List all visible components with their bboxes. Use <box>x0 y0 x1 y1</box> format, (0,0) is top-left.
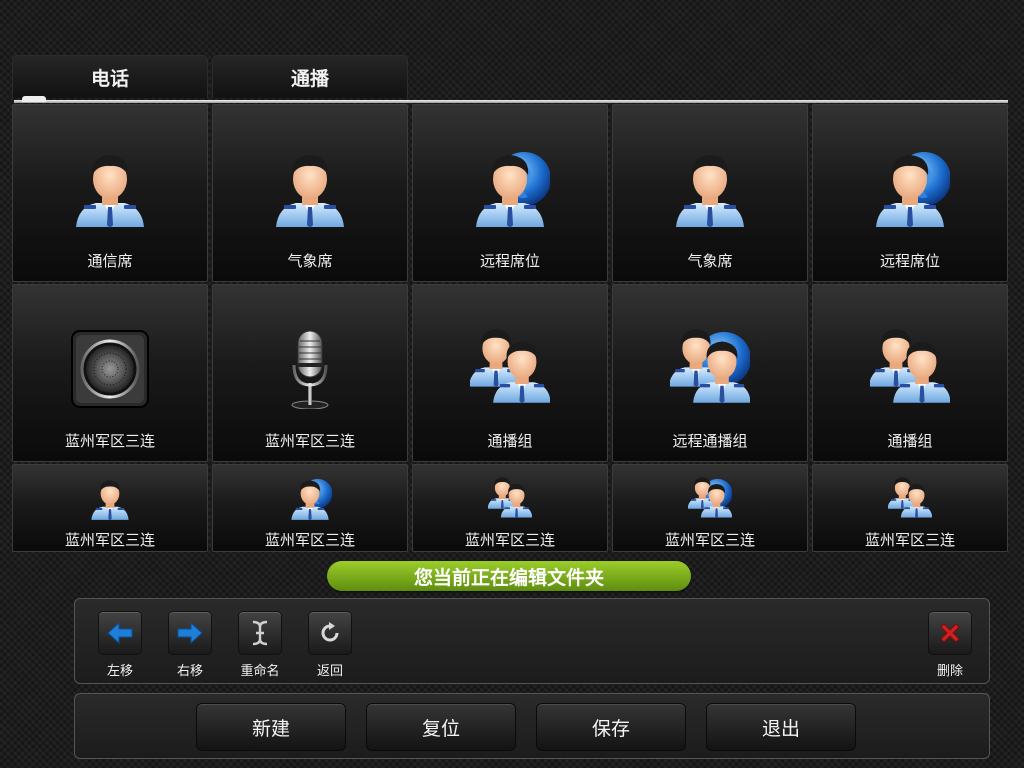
text-cursor-icon <box>238 611 282 655</box>
person-icon <box>70 145 150 229</box>
grid-item-weather-seat[interactable]: 气象席 <box>612 104 808 282</box>
group-icon <box>868 325 951 409</box>
save-button[interactable]: 保存 <box>536 703 686 751</box>
arrow-right-icon <box>168 611 212 655</box>
microphone-icon <box>270 325 350 410</box>
new-button[interactable]: 新建 <box>196 703 346 751</box>
delete-label: 删除 <box>936 664 963 679</box>
active-tab-indicator <box>22 96 46 102</box>
action-bar: 新建 复位 保存 退出 <box>74 693 990 759</box>
reset-button[interactable]: 复位 <box>366 703 516 751</box>
remote-person-icon <box>470 145 550 229</box>
grid-item-remote-broadcast-group[interactable]: 远程通播组 <box>612 284 808 462</box>
move-left-label: 左移 <box>106 664 133 679</box>
grid-item-broadcast-group[interactable]: 通播组 <box>412 284 608 462</box>
exit-button[interactable]: 退出 <box>706 703 856 751</box>
delete-button[interactable]: 删除 <box>927 611 973 679</box>
grid-item-label: 远程席位 <box>879 252 940 270</box>
grid-item-label: 蓝州军区三连 <box>264 531 355 549</box>
grid-item-small[interactable]: 蓝州军区三连 <box>212 464 408 552</box>
tab-broadcast[interactable]: 通播 <box>212 55 408 98</box>
edit-mode-banner: 您当前正在编辑文件夹 <box>327 561 691 591</box>
grid-item-label: 通播组 <box>487 432 533 450</box>
move-right-label: 右移 <box>176 664 203 679</box>
grid-item-communication-seat[interactable]: 通信席 <box>12 104 208 282</box>
grid-item-label: 蓝州军区三连 <box>64 432 155 450</box>
refresh-icon <box>308 611 352 655</box>
grid-item-small[interactable]: 蓝州军区三连 <box>12 464 208 552</box>
grid-item-label: 蓝州军区三连 <box>464 531 555 549</box>
move-left-button[interactable]: 左移 <box>97 611 143 679</box>
grid-item-weather-seat[interactable]: 气象席 <box>212 104 408 282</box>
back-label: 返回 <box>316 664 343 679</box>
remote-person-icon <box>870 145 950 229</box>
group-icon <box>468 325 551 409</box>
person-icon <box>670 145 750 229</box>
contact-grid: 通信席 气象席 远程席位 气象席 远程席位 蓝州军区三连 蓝州军区三连 通播组 … <box>12 104 1010 552</box>
tab-phone[interactable]: 电话 <box>12 55 208 98</box>
tab-underline <box>14 100 1008 103</box>
grid-item-label: 通播组 <box>887 432 933 450</box>
grid-item-label: 气象席 <box>687 252 733 270</box>
grid-item-small[interactable]: 蓝州军区三连 <box>612 464 808 552</box>
speaker-icon <box>70 325 150 409</box>
back-button[interactable]: 返回 <box>307 611 353 679</box>
grid-item-small[interactable]: 蓝州军区三连 <box>812 464 1008 552</box>
remote-person-icon <box>288 475 332 521</box>
grid-item-microphone[interactable]: 蓝州军区三连 <box>212 284 408 462</box>
remote-group-icon <box>687 475 733 521</box>
grid-item-label: 远程通播组 <box>672 432 748 450</box>
grid-item-speaker[interactable]: 蓝州军区三连 <box>12 284 208 462</box>
arrow-left-icon <box>98 611 142 655</box>
grid-item-label: 蓝州军区三连 <box>64 531 155 549</box>
grid-item-label: 蓝州军区三连 <box>864 531 955 549</box>
grid-item-remote-seat[interactable]: 远程席位 <box>812 104 1008 282</box>
grid-item-remote-seat[interactable]: 远程席位 <box>412 104 608 282</box>
grid-item-label: 蓝州军区三连 <box>264 432 355 450</box>
rename-button[interactable]: 重命名 <box>237 611 283 679</box>
person-icon <box>88 475 132 521</box>
group-icon <box>487 475 533 521</box>
grid-item-broadcast-group[interactable]: 通播组 <box>812 284 1008 462</box>
group-icon <box>887 475 933 521</box>
rename-label: 重命名 <box>240 664 280 679</box>
grid-item-label: 气象席 <box>287 252 333 270</box>
person-icon <box>270 145 350 229</box>
edit-toolbar: 左移 右移 重命名 返回 删除 <box>74 598 990 684</box>
move-right-button[interactable]: 右移 <box>167 611 213 679</box>
grid-item-label: 蓝州军区三连 <box>664 531 755 549</box>
grid-item-label: 通信席 <box>87 252 133 270</box>
grid-item-label: 远程席位 <box>479 252 540 270</box>
remote-group-icon <box>668 325 751 409</box>
grid-item-small[interactable]: 蓝州军区三连 <box>412 464 608 552</box>
delete-x-icon <box>928 611 972 655</box>
